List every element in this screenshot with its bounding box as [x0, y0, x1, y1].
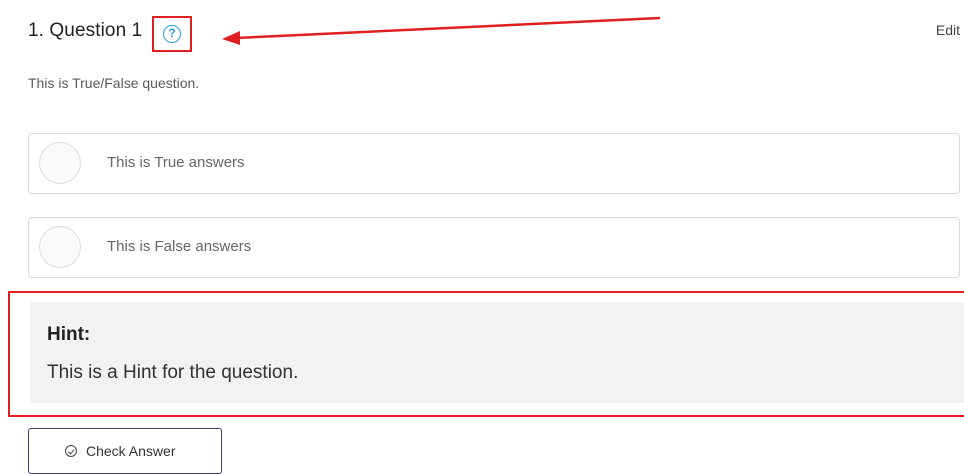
radio-button[interactable]	[39, 142, 81, 184]
hint-text: This is a Hint for the question.	[47, 362, 299, 383]
answer-option-label: This is True answers	[107, 154, 245, 171]
hint-panel: Hint: This is a Hint for the question.	[30, 302, 964, 403]
question-description: This is True/False question.	[28, 75, 200, 91]
edit-link[interactable]: Edit	[936, 22, 960, 38]
check-answer-button[interactable]: Check Answer	[28, 428, 222, 474]
answer-option-false[interactable]: This is False answers	[28, 217, 960, 278]
answer-option-true[interactable]: This is True answers	[28, 133, 960, 194]
check-circle-icon	[65, 445, 77, 457]
hint-title: Hint:	[47, 324, 91, 345]
answer-option-label: This is False answers	[107, 238, 252, 255]
radio-button[interactable]	[39, 226, 81, 268]
check-answer-label: Check Answer	[86, 443, 176, 459]
